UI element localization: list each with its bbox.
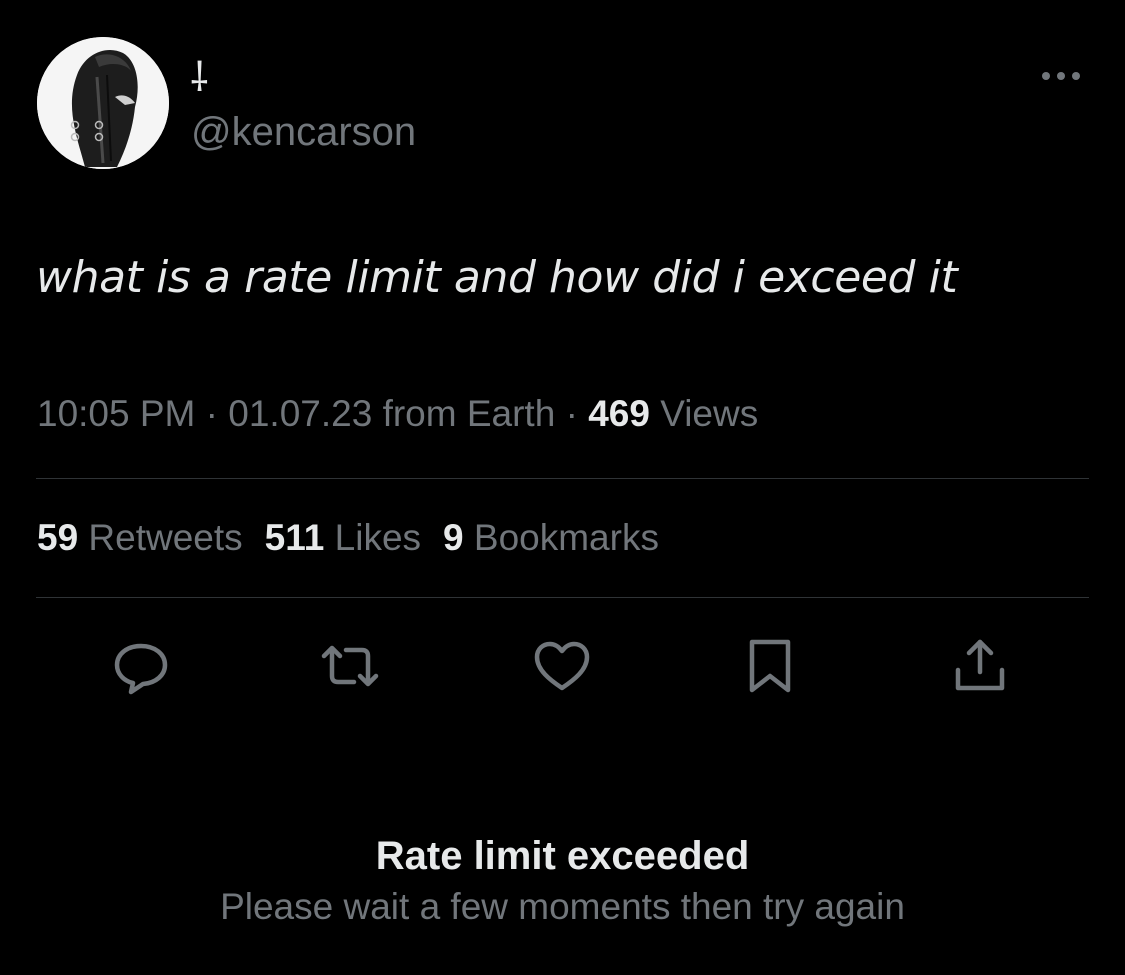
retweets-count: 59: [37, 517, 79, 558]
retweet-button[interactable]: [318, 634, 382, 698]
likes-label: Likes: [324, 517, 422, 558]
tweet-time[interactable]: 10:05 PM: [37, 393, 195, 434]
meta-separator: ·: [195, 393, 229, 434]
engagement-stats: 59 Retweets 511 Likes 9 Bookmarks: [37, 515, 681, 561]
share-button[interactable]: [948, 634, 1012, 698]
more-options-icon[interactable]: [1038, 66, 1084, 86]
divider: [36, 597, 1089, 598]
reply-button[interactable]: [109, 634, 173, 698]
likes-stat[interactable]: 511 Likes: [265, 517, 421, 558]
retweets-stat[interactable]: 59 Retweets: [37, 517, 243, 558]
likes-count: 511: [264, 517, 325, 558]
views-count: 469: [588, 393, 650, 434]
meta-separator: ·: [555, 393, 589, 434]
bookmarks-label: Bookmarks: [463, 517, 659, 558]
tweet-date[interactable]: 01.07.23: [228, 393, 372, 434]
divider: [36, 478, 1089, 479]
user-handle[interactable]: @kencarson: [191, 109, 416, 155]
display-name[interactable]: ⸸: [190, 56, 209, 100]
retweets-label: Retweets: [78, 517, 243, 558]
retweet-icon: [321, 645, 379, 687]
tweet-metadata: 10:05 PM · 01.07.23 from Earth · 469 Vie…: [37, 391, 758, 437]
masked-figure-image: [37, 37, 169, 169]
like-button[interactable]: [530, 634, 594, 698]
error-title: Rate limit exceeded: [375, 834, 750, 878]
error-message: Please wait a few moments then try again: [220, 886, 905, 927]
heart-icon: [534, 641, 590, 691]
tweet-text: what is a rate limit and how did i excee…: [36, 252, 958, 303]
share-icon: [955, 639, 1005, 691]
bookmark-icon: [749, 639, 791, 693]
bookmarks-count: 9: [443, 517, 464, 558]
tweet-source: from Earth: [372, 393, 556, 434]
bookmark-button[interactable]: [738, 634, 802, 698]
avatar[interactable]: [37, 37, 169, 169]
bookmarks-stat[interactable]: 9 Bookmarks: [443, 517, 659, 558]
reply-icon: [114, 643, 168, 695]
views-label: Views: [649, 393, 759, 434]
